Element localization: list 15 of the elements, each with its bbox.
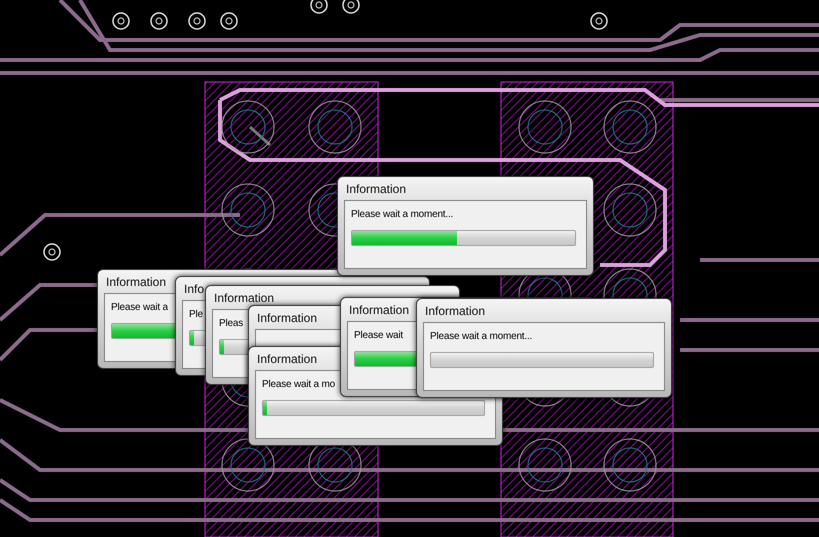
dialog-title: Info [183,281,206,298]
dialog-title: Information [105,274,168,291]
dialog-message: Please wait a [111,302,168,313]
dialog-message: Pleas [219,318,244,329]
dialog-title: Information [348,302,410,319]
dialog-title: Information [256,310,318,327]
dialog-title: Information [424,303,486,320]
dialog-message: Please wait a moment... [430,331,532,342]
dialog-title: Information [256,351,318,368]
dialog-message: Please wait a mo [262,379,335,390]
dialog-title: Information [345,181,408,198]
dialog-message: Please wait [354,330,403,341]
dialog-message: Please wait a moment... [351,209,454,220]
dialog-message: Ple [189,309,203,320]
dialog-title: Information [213,290,276,307]
